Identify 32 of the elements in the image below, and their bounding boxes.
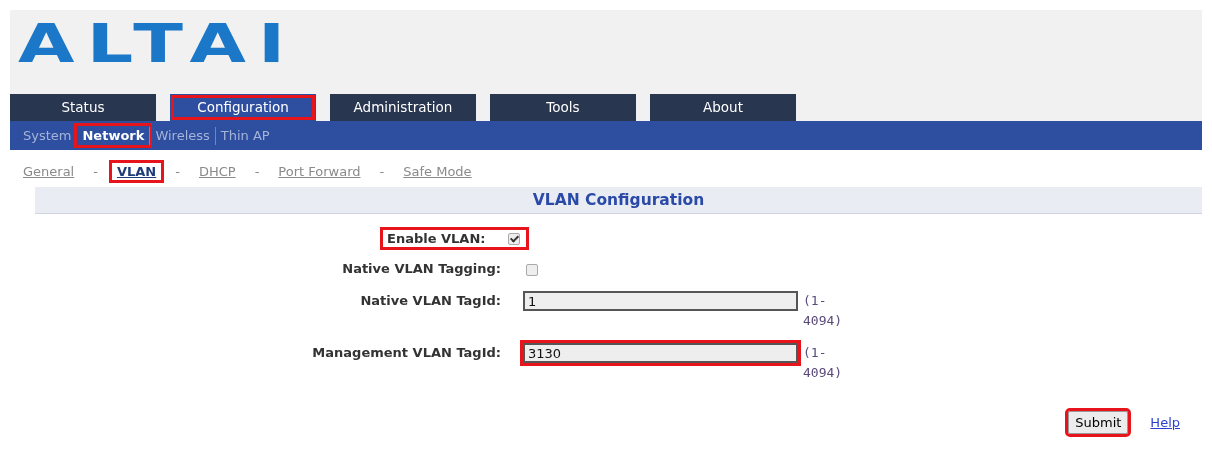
subnav-tab[interactable]: Thin AP bbox=[215, 126, 275, 145]
link-separator: - bbox=[93, 163, 98, 179]
page-link[interactable]: General bbox=[18, 162, 80, 180]
page-link[interactable]: DHCP bbox=[193, 162, 241, 180]
link-separator: - bbox=[379, 163, 385, 179]
page-link[interactable]: Port Forward bbox=[273, 162, 366, 180]
subnav-tab[interactable]: Wireless bbox=[150, 126, 215, 145]
nav-tab[interactable]: Administration bbox=[330, 94, 476, 121]
nav-tab[interactable]: Status bbox=[10, 94, 156, 121]
checkbox[interactable] bbox=[507, 232, 520, 245]
page-link[interactable]: VLAN bbox=[111, 162, 162, 180]
link-separator: - bbox=[254, 163, 260, 179]
checkbox[interactable] bbox=[526, 264, 538, 276]
page-link[interactable]: Safe Mode bbox=[398, 162, 477, 180]
field-label: Native VLAN TagId: bbox=[359, 292, 502, 310]
nav-tab[interactable]: Configuration bbox=[170, 94, 316, 121]
link-separator: - bbox=[175, 163, 180, 179]
help-link[interactable]: Help bbox=[1150, 415, 1180, 430]
submit-button[interactable]: Submit bbox=[1068, 411, 1129, 434]
nav-tab[interactable]: Tools bbox=[490, 94, 636, 121]
text-input[interactable]: 1 bbox=[523, 291, 798, 311]
section-title: VLAN Configuration bbox=[35, 187, 1202, 214]
field-label: Native VLAN Tagging: bbox=[341, 260, 502, 278]
altai-logo: ALTAI bbox=[17, 11, 298, 77]
range-hint: (1-4094) bbox=[803, 292, 844, 330]
field-label: Management VLAN TagId: bbox=[311, 344, 502, 362]
subnav-tab[interactable]: System bbox=[18, 126, 77, 145]
range-hint: (1-4094) bbox=[803, 344, 844, 382]
field-label: Enable VLAN: bbox=[387, 231, 486, 246]
subnav-tab[interactable]: Network bbox=[77, 126, 150, 145]
text-input[interactable]: 3130 bbox=[523, 343, 798, 363]
nav-tab[interactable]: About bbox=[650, 94, 796, 121]
